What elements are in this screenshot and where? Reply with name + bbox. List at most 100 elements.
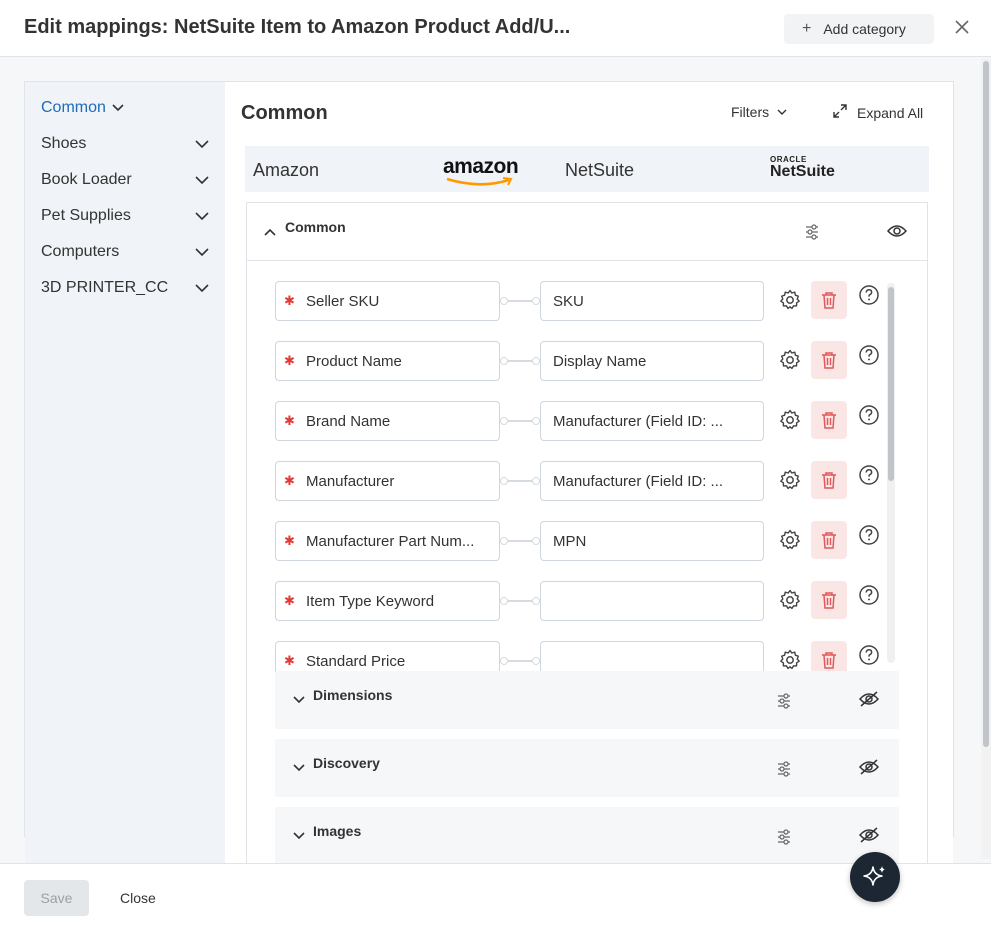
sidebar-item-shoes[interactable]: Shoes <box>41 131 209 157</box>
modal-body: Common Shoes Book Loader Pet Supplies Co… <box>0 57 991 864</box>
chevron-down-icon <box>777 109 787 115</box>
delete-button[interactable] <box>811 461 847 499</box>
sidebar-item-label: Shoes <box>41 135 87 152</box>
subsection-discovery[interactable]: Discovery <box>275 739 899 797</box>
eye-off-icon[interactable] <box>858 827 880 848</box>
close-icon[interactable] <box>952 18 972 38</box>
sidebar-item-computers[interactable]: Computers <box>41 239 209 265</box>
subsection-images[interactable]: Images <box>275 807 899 864</box>
settings-sliders-icon[interactable] <box>777 693 791 714</box>
delete-button[interactable] <box>811 401 847 439</box>
sidebar-item-common[interactable]: Common <box>41 95 209 121</box>
required-icon: ✱ <box>284 413 295 428</box>
gear-icon[interactable] <box>779 469 801 496</box>
destination-field[interactable]: MPN <box>540 521 764 561</box>
mapping-row: ✱ Manufacturer Manufacturer (Field ID: ..… <box>275 461 899 503</box>
close-button[interactable]: Close <box>110 880 166 916</box>
chevron-down-icon <box>195 140 209 148</box>
eye-off-icon[interactable] <box>858 759 880 780</box>
help-icon[interactable] <box>859 525 879 550</box>
common-section: Common ✱ Seller SKU SKU ✱ Product Name D… <box>246 202 928 864</box>
ai-assistant-button[interactable] <box>850 852 900 902</box>
help-icon[interactable] <box>859 465 879 490</box>
trash-icon <box>822 472 836 489</box>
subsection-label: Discovery <box>313 755 380 771</box>
eye-icon[interactable] <box>886 224 908 243</box>
required-icon: ✱ <box>284 353 295 368</box>
source-field[interactable]: ✱ Brand Name <box>275 401 500 441</box>
required-icon: ✱ <box>284 593 295 608</box>
source-field[interactable]: ✱ Manufacturer Part Num... <box>275 521 500 561</box>
gear-icon[interactable] <box>779 409 801 436</box>
chevron-down-icon <box>195 284 209 292</box>
delete-button[interactable] <box>811 341 847 379</box>
add-category-button[interactable]: + Add category <box>784 14 934 44</box>
settings-sliders-icon[interactable] <box>805 224 819 245</box>
expand-icon <box>833 104 847 121</box>
scrollbar-thumb[interactable] <box>983 61 989 747</box>
mapping-row: ✱ Manufacturer Part Num... MPN <box>275 521 899 563</box>
mapping-row: ✱ Product Name Display Name <box>275 341 899 383</box>
trash-icon <box>822 292 836 309</box>
save-button[interactable]: Save <box>24 880 89 916</box>
app-header-bar: Amazon amazon NetSuite ORACLE NetSuite <box>245 146 929 192</box>
help-icon[interactable] <box>859 345 879 370</box>
help-icon[interactable] <box>859 405 879 430</box>
filters-label: Filters <box>731 104 770 120</box>
help-icon[interactable] <box>859 645 879 670</box>
help-icon[interactable] <box>859 585 879 610</box>
source-app-label: Amazon <box>253 160 320 180</box>
sidebar-item-pet-supplies[interactable]: Pet Supplies <box>41 203 209 229</box>
gear-icon[interactable] <box>779 589 801 616</box>
sidebar-item-label: Computers <box>41 243 120 260</box>
destination-field[interactable]: SKU <box>540 281 764 321</box>
chevron-down-icon[interactable] <box>293 827 305 845</box>
mapping-row: ✱ Seller SKU SKU <box>275 281 899 323</box>
mapping-row: ✱ Brand Name Manufacturer (Field ID: ... <box>275 401 899 443</box>
field-connector <box>500 477 540 485</box>
page-title: Common <box>241 102 328 124</box>
destination-field[interactable]: Display Name <box>540 341 764 381</box>
destination-field[interactable]: Manufacturer (Field ID: ... <box>540 461 764 501</box>
rows-scrollbar[interactable] <box>887 283 895 663</box>
chevron-up-icon[interactable] <box>264 223 276 241</box>
filters-dropdown[interactable]: Filters <box>731 104 787 120</box>
delete-button[interactable] <box>811 521 847 559</box>
add-category-label: Add category <box>823 21 906 37</box>
settings-sliders-icon[interactable] <box>777 829 791 850</box>
scrollbar-thumb[interactable] <box>888 287 894 481</box>
expand-all-button[interactable]: Expand All <box>833 104 923 121</box>
section-label: Common <box>285 219 346 235</box>
gear-icon[interactable] <box>779 349 801 376</box>
field-connector <box>500 537 540 545</box>
destination-field[interactable]: Manufacturer (Field ID: ... <box>540 401 764 441</box>
mapping-frame: Common Shoes Book Loader Pet Supplies Co… <box>24 81 954 864</box>
source-field[interactable]: ✱ Product Name <box>275 341 500 381</box>
destination-field[interactable] <box>540 581 764 621</box>
chevron-down-icon[interactable] <box>293 759 305 777</box>
amazon-logo: amazon <box>443 155 519 186</box>
chevron-down-icon[interactable] <box>293 691 305 709</box>
field-connector <box>500 357 540 365</box>
page-scrollbar[interactable] <box>981 59 991 859</box>
mapping-row: ✱ Item Type Keyword <box>275 581 899 623</box>
sidebar-item-book-loader[interactable]: Book Loader <box>41 167 209 193</box>
field-connector <box>500 297 540 305</box>
delete-button[interactable] <box>811 581 847 619</box>
eye-off-icon[interactable] <box>858 691 880 712</box>
sparkle-icon <box>863 866 885 886</box>
gear-icon[interactable] <box>779 289 801 316</box>
source-field[interactable]: ✱ Item Type Keyword <box>275 581 500 621</box>
subsection-label: Images <box>313 823 362 839</box>
sidebar-item-3d-printer[interactable]: 3D PRINTER_CC <box>41 275 209 301</box>
field-connector <box>500 417 540 425</box>
source-field[interactable]: ✱ Seller SKU <box>275 281 500 321</box>
help-icon[interactable] <box>859 285 879 310</box>
section-header[interactable]: Common <box>247 203 927 261</box>
source-field[interactable]: ✱ Manufacturer <box>275 461 500 501</box>
chevron-down-icon <box>195 212 209 220</box>
gear-icon[interactable] <box>779 529 801 556</box>
delete-button[interactable] <box>811 281 847 319</box>
subsection-dimensions[interactable]: Dimensions <box>275 671 899 729</box>
settings-sliders-icon[interactable] <box>777 761 791 782</box>
